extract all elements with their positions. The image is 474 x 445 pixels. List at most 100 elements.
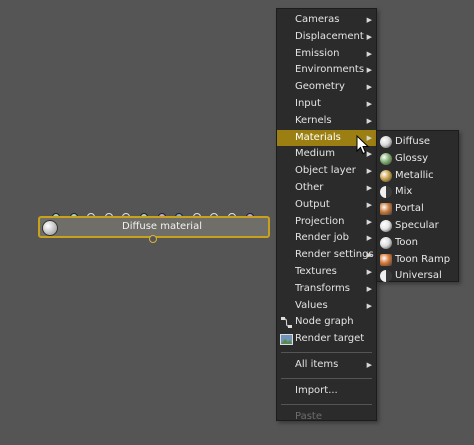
- menu-item-label: Render target: [295, 333, 365, 345]
- material-item-label: Glossy: [395, 152, 428, 164]
- menu-item-paste[interactable]: Paste: [277, 409, 376, 426]
- submenu-arrow-icon: ▶: [366, 16, 372, 24]
- menu-item-label: Object layer: [295, 165, 356, 177]
- menu-item-label: Transforms: [295, 282, 350, 294]
- submenu-arrow-icon: ▶: [366, 32, 372, 41]
- menu-item-emission[interactable]: Emission ▶: [277, 46, 376, 63]
- menu-item-textures[interactable]: Textures ▶: [277, 264, 376, 281]
- menu-item-render-target[interactable]: Render target: [277, 331, 376, 348]
- menu-item-import[interactable]: Import...: [277, 383, 376, 400]
- material-item-label: Toon: [395, 236, 418, 248]
- menu-item-environments[interactable]: Environments ▶: [277, 62, 376, 79]
- menu-item-kernels[interactable]: Kernels ▶: [277, 113, 376, 130]
- menu-item-render-settings[interactable]: Render settings ▶: [277, 247, 376, 264]
- material-item-universal[interactable]: Universal: [377, 268, 458, 285]
- submenu-arrow-icon: ▶: [366, 183, 372, 192]
- submenu-arrow-icon: ▶: [366, 99, 372, 108]
- submenu-arrow-icon: ▶: [366, 251, 372, 260]
- menu-item-projection[interactable]: Projection ▶: [277, 214, 376, 231]
- menu-item-values[interactable]: Values ▶: [277, 298, 376, 315]
- menu-item-label: Paste: [295, 410, 322, 422]
- menu-item-label: Cameras: [295, 14, 340, 25]
- menu-item-label: Materials: [295, 131, 341, 143]
- glossy-sphere-icon: [380, 152, 392, 165]
- menu-item-input[interactable]: Input ▶: [277, 96, 376, 113]
- submenu-arrow-icon: ▶: [366, 83, 372, 92]
- menu-item-label: Emission: [295, 47, 340, 59]
- material-item-label: Diffuse: [395, 136, 431, 147]
- universal-icon: [380, 270, 392, 283]
- node-title: Diffuse material: [122, 221, 202, 232]
- material-item-label: Universal: [395, 270, 442, 282]
- submenu-arrow-icon: ▶: [366, 49, 372, 58]
- menu-item-geometry[interactable]: Geometry ▶: [277, 79, 376, 96]
- submenu-arrow-icon: ▶: [366, 66, 372, 75]
- submenu-arrow-icon: ▶: [366, 116, 372, 125]
- menu-item-label: Output: [295, 198, 330, 210]
- material-item-portal[interactable]: Portal: [377, 201, 458, 218]
- submenu-arrow-icon: ▶: [366, 200, 372, 209]
- submenu-arrow-icon: ▶: [366, 167, 372, 176]
- menu-item-transforms[interactable]: Transforms ▶: [277, 281, 376, 298]
- mix-icon: [380, 186, 392, 199]
- menu-item-output[interactable]: Output ▶: [277, 197, 376, 214]
- menu-item-displacement[interactable]: Displacement ▶: [277, 29, 376, 46]
- node-graph-icon: [280, 316, 293, 329]
- menu-item-render-job[interactable]: Render job ▶: [277, 230, 376, 247]
- menu-item-label: Textures: [295, 265, 337, 277]
- menu-item-label: Render job: [295, 232, 350, 244]
- menu-item-object-layer[interactable]: Object layer ▶: [277, 163, 376, 180]
- specular-sphere-icon: [380, 219, 392, 232]
- diffuse-sphere-icon: [380, 136, 392, 148]
- context-menu: Cameras ▶ Displacement ▶ Emission ▶ Environmen…: [276, 8, 377, 422]
- menu-item-label: Values: [295, 299, 328, 311]
- material-item-mix[interactable]: Mix: [377, 184, 458, 201]
- menu-item-node-graph[interactable]: Node graph: [277, 314, 376, 331]
- toon-ramp-icon: [380, 253, 392, 266]
- menu-separator: [281, 351, 372, 353]
- menu-item-label: Other: [295, 181, 324, 193]
- material-item-label: Mix: [395, 186, 413, 198]
- menu-item-other[interactable]: Other ▶: [277, 180, 376, 197]
- material-item-toon[interactable]: Toon: [377, 235, 458, 252]
- submenu-arrow-icon: ▶: [366, 360, 372, 369]
- mouse-cursor-icon: [356, 135, 370, 155]
- submenu-arrow-icon: ▶: [366, 267, 372, 276]
- material-preview-sphere-icon: [42, 220, 58, 236]
- material-item-diffuse[interactable]: Diffuse: [377, 134, 458, 151]
- menu-item-cameras[interactable]: Cameras ▶: [277, 12, 376, 29]
- menu-item-label: Displacement: [295, 30, 364, 42]
- menu-item-label: Import...: [295, 384, 338, 396]
- menu-item-all-items[interactable]: All items ▶: [277, 357, 376, 374]
- portal-icon: [380, 203, 392, 216]
- material-item-label: Specular: [395, 219, 439, 231]
- material-item-glossy[interactable]: Glossy: [377, 151, 458, 168]
- material-item-specular[interactable]: Specular: [377, 218, 458, 235]
- menu-item-label: Medium: [295, 148, 335, 160]
- materials-submenu: Diffuse Glossy Metallic Mix Portal Specular To…: [376, 130, 459, 285]
- material-item-toon-ramp[interactable]: Toon Ramp: [377, 252, 458, 269]
- menu-item-label: Node graph: [295, 316, 354, 328]
- submenu-arrow-icon: ▶: [366, 284, 372, 293]
- node-output-pin[interactable]: [149, 235, 157, 243]
- material-item-metallic[interactable]: Metallic: [377, 168, 458, 185]
- material-item-label: Toon Ramp: [395, 253, 451, 265]
- menu-item-label: Kernels: [295, 114, 332, 126]
- material-item-label: Metallic: [395, 169, 434, 181]
- menu-item-label: Render settings: [295, 249, 374, 261]
- diffuse-material-node[interactable]: Diffuse material: [38, 210, 270, 244]
- toon-sphere-icon: [380, 236, 392, 249]
- menu-item-label: Projection: [295, 215, 345, 227]
- menu-item-label: Geometry: [295, 81, 345, 93]
- submenu-arrow-icon: ▶: [366, 234, 372, 243]
- submenu-arrow-icon: ▶: [366, 217, 372, 226]
- material-item-label: Portal: [395, 203, 424, 215]
- metallic-sphere-icon: [380, 169, 392, 182]
- submenu-arrow-icon: ▶: [366, 301, 372, 310]
- menu-separator: [281, 403, 372, 405]
- menu-item-label: Environments: [295, 64, 365, 76]
- menu-item-label: All items: [295, 358, 339, 370]
- menu-separator: [281, 377, 372, 379]
- menu-item-label: Input: [295, 97, 321, 109]
- render-target-icon: [280, 333, 293, 346]
